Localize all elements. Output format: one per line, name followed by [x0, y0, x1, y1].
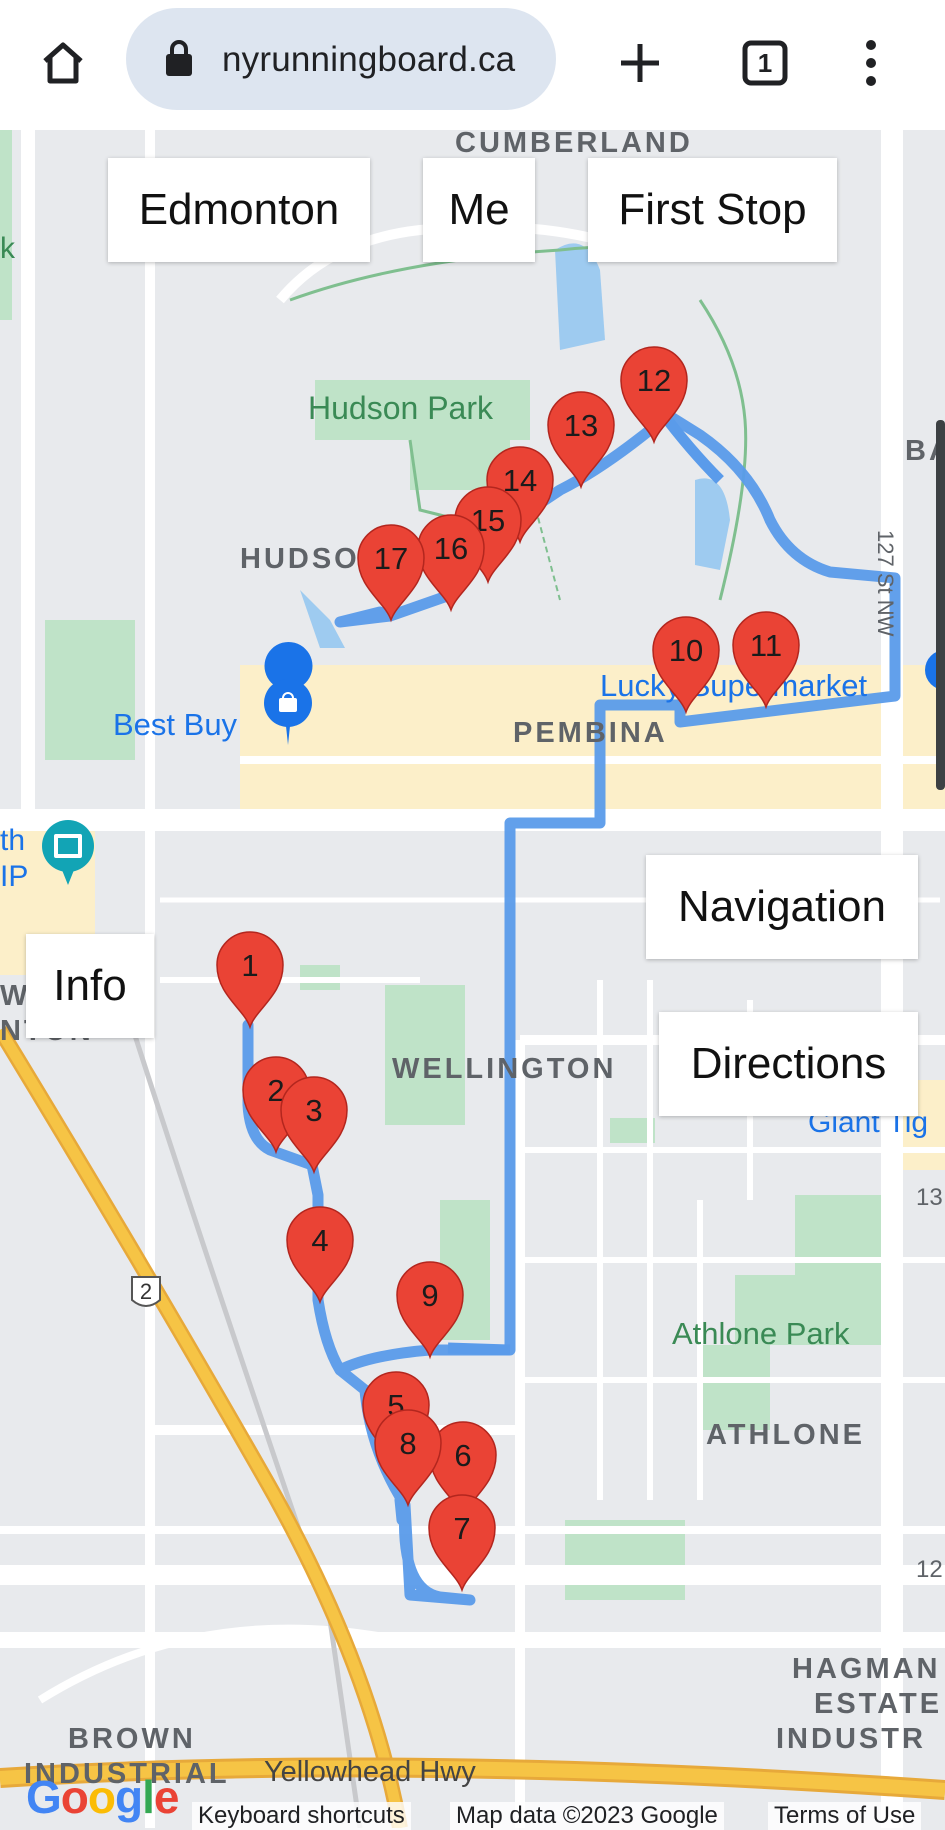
label-hagmann-3: INDUSTR	[776, 1723, 926, 1755]
label-127-st: 127 St NW	[873, 530, 898, 637]
route-marker-label: 3	[305, 1093, 322, 1128]
label-athlone: ATHLONE	[706, 1419, 865, 1451]
route-marker-label: 1	[241, 948, 258, 983]
map-data-text: Map data ©2023 Google	[450, 1802, 724, 1830]
google-logo-letter: e	[153, 1771, 180, 1823]
route-marker-label: 6	[454, 1438, 471, 1473]
route-marker-16[interactable]: 16	[417, 514, 485, 613]
route-marker-label: 4	[311, 1223, 328, 1258]
label-edge-12: 12	[916, 1556, 943, 1583]
directions-button[interactable]: Directions	[659, 1012, 918, 1116]
label-edge-13: 13	[916, 1184, 943, 1211]
new-tab-icon[interactable]	[605, 28, 675, 98]
edmonton-button[interactable]: Edmonton	[108, 158, 370, 262]
park	[0, 130, 12, 320]
tab-switcher-icon[interactable]: 1	[730, 28, 800, 98]
label-edge-k: k	[0, 232, 16, 265]
first-stop-button[interactable]: First Stop	[588, 158, 837, 262]
label-edge-w: W	[0, 980, 28, 1012]
route-marker-label: 9	[421, 1278, 438, 1313]
route-marker-4[interactable]: 4	[286, 1206, 354, 1305]
label-yellowhead: Yellowhead Hwy	[264, 1756, 476, 1788]
url-text[interactable]: nyrunningboard.ca	[222, 40, 515, 80]
label-hudson: HUDSO	[240, 543, 360, 575]
highway-2-label: 2	[140, 1279, 152, 1304]
label-pembina: PEMBINA	[513, 717, 668, 749]
route-marker-8[interactable]: 8	[374, 1409, 442, 1508]
route-marker-label: 12	[637, 363, 671, 398]
label-wellington: WELLINGTON	[392, 1053, 616, 1085]
route-marker-13[interactable]: 13	[547, 391, 615, 490]
label-lucky-supermarket: Lucky Supermarket	[600, 668, 867, 703]
label-best-buy: Best Buy	[113, 707, 238, 742]
navigation-button[interactable]: Navigation	[646, 855, 918, 959]
route-marker-1[interactable]: 1	[216, 931, 284, 1030]
route-marker-label: 7	[453, 1511, 470, 1546]
label-hudson-park: Hudson Park	[308, 390, 494, 426]
label-hagmann-1: HAGMAN	[792, 1653, 941, 1685]
google-logo-letter: l	[142, 1771, 155, 1823]
park	[700, 1345, 770, 1430]
water	[695, 478, 730, 570]
keyboard-shortcuts-link[interactable]: Keyboard shortcuts	[192, 1802, 411, 1830]
route-marker-label: 10	[669, 633, 703, 668]
route-marker-label: 8	[399, 1426, 416, 1461]
label-athlone-park: Athlone Park	[672, 1316, 850, 1351]
me-button[interactable]: Me	[423, 158, 535, 262]
tab-count: 1	[757, 47, 773, 78]
label-edge-ip: IP	[0, 860, 28, 893]
route-marker-label: 16	[434, 531, 468, 566]
route-marker-label: 11	[750, 628, 782, 663]
google-logo-letter: g	[115, 1771, 143, 1823]
label-hagmann-2: ESTATE	[814, 1688, 942, 1720]
label-brown-1: BROWN	[68, 1723, 196, 1755]
home-icon[interactable]	[28, 28, 98, 98]
browser-toolbar: nyrunningboard.ca 1	[0, 0, 945, 130]
google-logo-letter: o	[87, 1771, 116, 1823]
terms-of-use-link[interactable]: Terms of Use	[768, 1802, 922, 1830]
google-logo-letter: G	[26, 1771, 62, 1823]
google-logo-letter: o	[60, 1771, 89, 1823]
info-button[interactable]: Info	[26, 934, 154, 1038]
route-marker-label: 13	[564, 408, 598, 443]
address-bar[interactable]: nyrunningboard.ca	[126, 8, 556, 110]
highway-2-shield: 2	[131, 1276, 161, 1307]
menu-icon[interactable]	[836, 28, 906, 98]
label-edge-th: th	[0, 824, 25, 857]
route-marker-label: 17	[374, 541, 408, 576]
map-scroll-handle[interactable]	[936, 420, 945, 790]
label-cumberland: CUMBERLAND	[455, 130, 693, 159]
google-logo: Google	[26, 1770, 180, 1824]
lock-icon[interactable]	[162, 38, 196, 83]
route-line	[447, 1342, 511, 1356]
